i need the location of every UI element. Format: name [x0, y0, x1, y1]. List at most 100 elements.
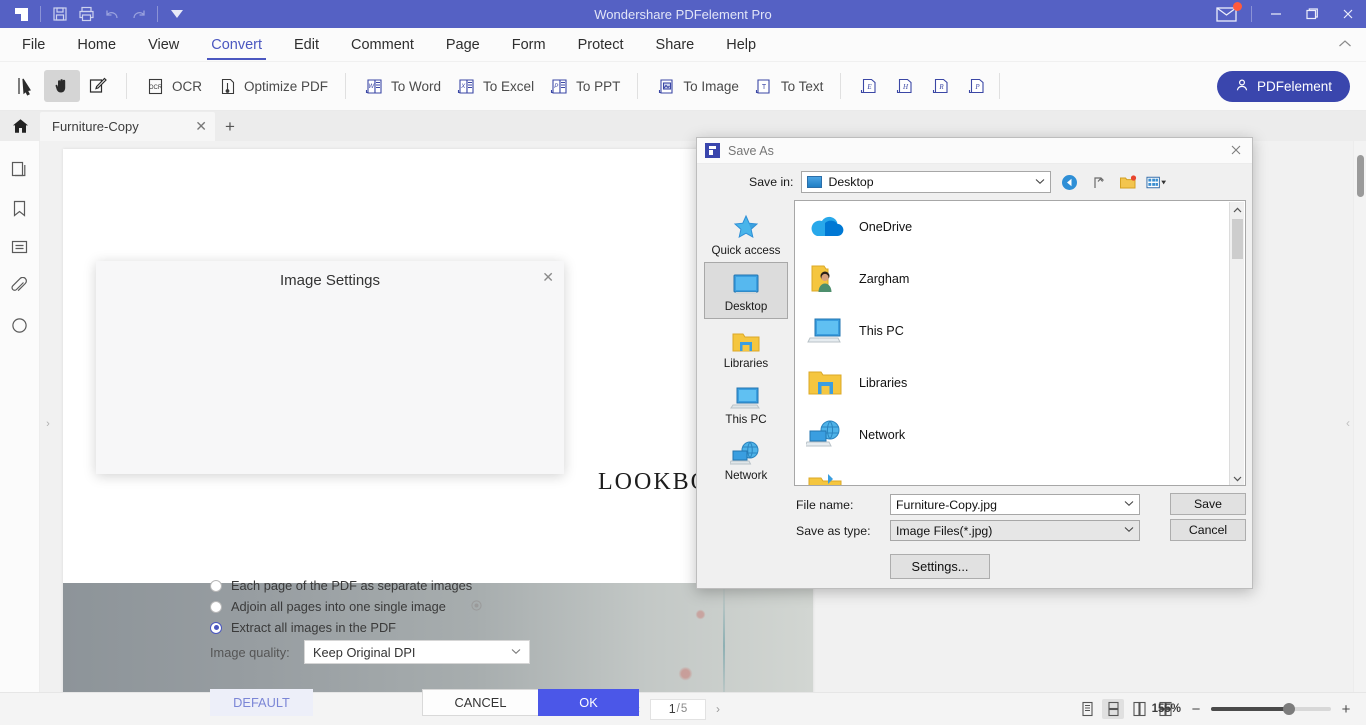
to-excel-button[interactable]: X To Excel — [448, 70, 541, 102]
back-icon[interactable] — [1059, 172, 1080, 193]
to-epub-button[interactable]: E — [851, 70, 887, 102]
continuous-view-icon[interactable] — [1102, 699, 1124, 719]
list-item[interactable]: This PC — [795, 305, 1245, 357]
chevron-down-icon[interactable] — [1124, 499, 1134, 510]
save-button[interactable]: Save — [1170, 493, 1246, 515]
place-desktop[interactable]: Desktop — [704, 262, 788, 319]
select-tool-button[interactable] — [8, 70, 44, 102]
zoom-in-button[interactable]: + — [1340, 701, 1352, 718]
optimize-pdf-button[interactable]: Optimize PDF — [209, 70, 335, 102]
zoom-out-button[interactable]: − — [1190, 701, 1202, 718]
home-icon[interactable] — [0, 111, 40, 141]
ocr-button[interactable]: OCR OCR — [137, 70, 209, 102]
option-each-page-separate[interactable]: Each page of the PDF as separate images — [210, 578, 472, 593]
menu-home[interactable]: Home — [61, 28, 132, 62]
canvas-vertical-scrollbar[interactable] — [1353, 141, 1366, 692]
save-as-type-select[interactable]: Image Files(*.jpg) — [890, 520, 1140, 541]
to-image-button[interactable]: To Image — [648, 70, 746, 102]
hand-tool-button[interactable] — [44, 70, 80, 102]
menu-page[interactable]: Page — [430, 28, 496, 62]
to-ppt-button[interactable]: P To PPT — [541, 70, 627, 102]
chevron-up-icon[interactable] — [1338, 36, 1352, 51]
cancel-button[interactable]: Cancel — [1170, 519, 1246, 541]
document-tab[interactable]: Furniture-Copy ✕ — [40, 112, 215, 141]
settings-gear-icon[interactable] — [466, 597, 487, 614]
to-word-button[interactable]: W To Word — [356, 70, 448, 102]
to-pages-button[interactable]: P — [959, 70, 995, 102]
place-this-pc[interactable]: This PC — [704, 375, 788, 431]
menu-convert[interactable]: Convert — [195, 28, 278, 62]
new-folder-icon[interactable] — [1117, 172, 1138, 193]
file-name-input[interactable]: Furniture-Copy.jpg — [890, 494, 1140, 515]
menu-view[interactable]: View — [132, 28, 195, 62]
radio-button[interactable] — [210, 621, 222, 634]
redo-icon[interactable] — [125, 2, 151, 26]
scroll-down-icon[interactable] — [1230, 471, 1244, 485]
option-extract-all-images[interactable]: Extract all images in the PDF — [210, 620, 396, 635]
save-icon[interactable] — [47, 2, 73, 26]
menu-share[interactable]: Share — [640, 28, 711, 62]
to-html-button[interactable]: H — [887, 70, 923, 102]
list-item[interactable]: Libraries — [795, 357, 1245, 409]
list-item[interactable]: Zargham — [795, 253, 1245, 305]
up-one-level-icon[interactable] — [1088, 172, 1109, 193]
to-rtf-button[interactable]: R — [923, 70, 959, 102]
menu-protect[interactable]: Protect — [562, 28, 640, 62]
minimize-button[interactable] — [1258, 0, 1294, 28]
cancel-button[interactable]: CANCEL — [422, 689, 539, 716]
divider — [637, 73, 639, 99]
menu-file[interactable]: File — [6, 28, 61, 62]
mail-icon[interactable] — [1209, 0, 1245, 28]
thumbnails-icon[interactable] — [8, 157, 32, 181]
expand-sidebar-handle[interactable]: › — [42, 411, 54, 437]
to-text-button[interactable]: T To Text — [746, 70, 831, 102]
option-adjoin-single-image[interactable]: Adjoin all pages into one single image — [210, 599, 446, 614]
list-item-partial[interactable] — [795, 461, 1245, 485]
list-item[interactable]: OneDrive — [795, 201, 1245, 253]
single-page-view-icon[interactable] — [1076, 699, 1098, 719]
maximize-button[interactable] — [1294, 0, 1330, 28]
menu-form[interactable]: Form — [496, 28, 562, 62]
image-quality-select[interactable]: Keep Original DPI — [304, 640, 530, 664]
print-icon[interactable] — [73, 2, 99, 26]
place-libraries[interactable]: Libraries — [704, 319, 788, 375]
stamps-icon[interactable] — [8, 313, 32, 337]
menu-help[interactable]: Help — [710, 28, 772, 62]
next-page-button[interactable]: › — [716, 702, 720, 716]
zoom-slider[interactable] — [1211, 703, 1331, 715]
menu-comment[interactable]: Comment — [335, 28, 430, 62]
new-tab-button[interactable]: + — [215, 112, 245, 141]
app-logo-icon[interactable] — [8, 2, 34, 26]
scroll-up-icon[interactable] — [1230, 202, 1244, 217]
file-list-scrollbar[interactable] — [1229, 202, 1244, 485]
undo-icon[interactable] — [99, 2, 125, 26]
default-button[interactable]: DEFAULT — [210, 689, 313, 716]
scrollbar-thumb[interactable] — [1232, 219, 1243, 259]
save-in-combobox[interactable]: Desktop — [801, 171, 1052, 193]
close-icon[interactable] — [1230, 143, 1242, 159]
close-tab-icon[interactable]: ✕ — [195, 118, 207, 135]
list-item[interactable]: Network — [795, 409, 1245, 461]
menu-edit[interactable]: Edit — [278, 28, 335, 62]
page-number-field[interactable]: 1 / 5 — [650, 698, 706, 720]
chevron-down-icon[interactable] — [1124, 525, 1134, 536]
views-dropdown-icon[interactable] — [1146, 172, 1167, 193]
zoom-slider-knob[interactable] — [1283, 703, 1295, 715]
bookmarks-icon[interactable] — [8, 196, 32, 220]
comments-icon[interactable] — [8, 235, 32, 259]
radio-button[interactable] — [210, 600, 222, 613]
settings-button[interactable]: Settings... — [890, 554, 990, 579]
file-list[interactable]: OneDrive Zargham This PC Libraries Netwo… — [794, 200, 1246, 486]
close-button[interactable] — [1330, 0, 1366, 28]
attachments-icon[interactable] — [8, 274, 32, 298]
edit-tool-button[interactable] — [80, 70, 116, 102]
place-quick-access[interactable]: Quick access — [704, 206, 788, 262]
close-icon[interactable]: ✕ — [542, 269, 554, 286]
ok-button[interactable]: OK — [538, 689, 639, 716]
radio-button[interactable] — [210, 579, 222, 592]
place-network[interactable]: Network — [704, 432, 788, 488]
expand-right-panel-handle[interactable]: ‹ — [1346, 416, 1350, 430]
pdfelement-account-button[interactable]: PDFelement — [1216, 71, 1350, 102]
scrollbar-thumb[interactable] — [1357, 155, 1364, 197]
customize-dropdown-icon[interactable] — [164, 2, 190, 26]
